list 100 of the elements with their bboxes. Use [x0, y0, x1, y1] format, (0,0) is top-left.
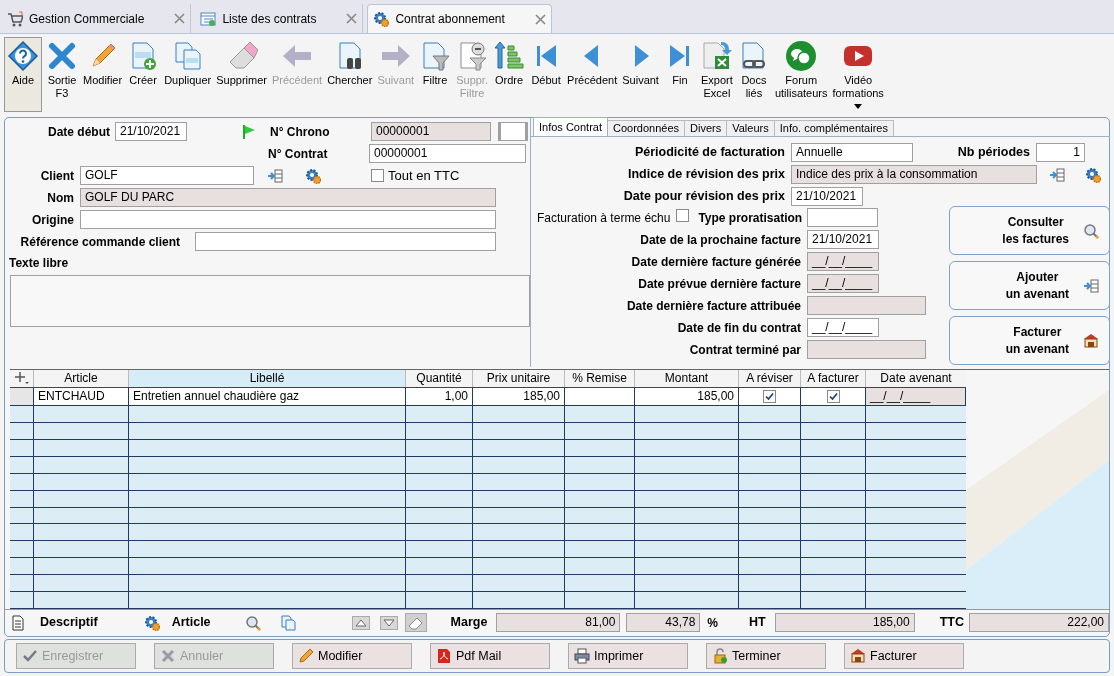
empty-row[interactable] — [10, 406, 966, 423]
list-insert-icon[interactable] — [267, 167, 283, 184]
checkbox[interactable] — [826, 390, 840, 403]
list-insert-icon — [1083, 277, 1099, 294]
field-label: Date dernière facture attribuée — [626, 298, 801, 313]
column-header[interactable]: Quantité — [405, 370, 472, 387]
bank-icon — [1083, 332, 1099, 349]
checkbox[interactable] — [676, 208, 690, 222]
toolbar-button[interactable]: Chercher — [326, 37, 374, 88]
empty-row[interactable] — [10, 575, 966, 593]
tab[interactable]: Divers — [685, 120, 728, 136]
move-down-button[interactable] — [379, 615, 398, 630]
close-icon[interactable] — [174, 13, 186, 24]
toolbar-button[interactable]: Ordre — [492, 37, 527, 88]
close-icon[interactable] — [534, 13, 546, 25]
text-field[interactable]: GOLF DU PARC — [80, 188, 496, 207]
action-button[interactable]: Ajouter un avenant — [949, 261, 1110, 310]
field-label: Origine — [32, 212, 74, 227]
text-field[interactable]: 222,00 — [969, 613, 1109, 632]
field-label: Marge — [450, 614, 488, 632]
date-field[interactable]: __/__/____ — [807, 318, 879, 337]
tab[interactable]: Info. complémentaires — [774, 120, 894, 136]
toolbar-button[interactable]: Export Excel — [699, 37, 734, 101]
tab[interactable]: Infos Contrat — [533, 117, 608, 136]
small-field[interactable] — [498, 122, 528, 141]
text-field[interactable]: 43,78 — [626, 613, 701, 632]
close-icon[interactable] — [346, 13, 358, 24]
column-header[interactable]: Montant — [634, 370, 738, 387]
action-button[interactable]: Imprimer — [568, 643, 688, 669]
move-up-button[interactable] — [351, 615, 370, 630]
action-button[interactable]: Consulter les factures — [949, 206, 1110, 255]
eraser-button[interactable] — [404, 613, 427, 632]
action-button[interactable]: Pdf Mail — [430, 643, 550, 669]
text-area[interactable] — [10, 275, 530, 327]
empty-row[interactable] — [10, 541, 966, 559]
toolbar-button[interactable]: Sortie F3 — [45, 37, 79, 101]
action-button[interactable]: Facturer un avenant — [949, 316, 1110, 365]
column-header[interactable]: A facturer — [800, 370, 865, 387]
checkbox[interactable] — [371, 169, 384, 182]
list-insert-icon[interactable] — [1049, 166, 1065, 183]
empty-row[interactable] — [10, 558, 966, 576]
field-label: Date prévue dernière facture — [638, 276, 801, 291]
toolbar-button[interactable]: Vidéo formations — [831, 37, 885, 110]
column-header[interactable]: A réviser — [738, 370, 800, 387]
toolbar-button[interactable]: Docs liés — [736, 37, 771, 101]
gear-icon[interactable] — [305, 167, 321, 184]
empty-row[interactable] — [10, 524, 966, 542]
caret-icon[interactable] — [854, 104, 863, 109]
text-field[interactable]: Annuelle — [791, 143, 913, 162]
toolbar-button[interactable]: Début — [529, 37, 564, 88]
date-field[interactable]: __/__/____ — [807, 252, 879, 271]
text-field[interactable]: 00000001 — [369, 144, 526, 163]
table-cell: __/__/____ — [865, 388, 966, 405]
gear-icon[interactable] — [143, 614, 160, 631]
action-button[interactable]: Modifier — [292, 643, 412, 669]
date-field[interactable]: 21/10/2021 — [807, 230, 879, 249]
toolbar-button[interactable]: Forum utilisateurs — [773, 37, 829, 101]
toolbar-button[interactable]: Aide — [4, 37, 42, 112]
action-button[interactable]: Terminer — [706, 643, 826, 669]
chat-icon — [785, 40, 818, 72]
column-header[interactable]: Prix unitaire — [472, 370, 564, 387]
column-header[interactable]: Libellé — [128, 370, 405, 387]
text-field[interactable]: 81,00 — [496, 613, 621, 632]
search-icon[interactable] — [244, 614, 261, 631]
toolbar-button[interactable]: Supprimer — [215, 37, 268, 88]
toolbar-button[interactable]: Créer — [126, 37, 161, 88]
tab[interactable]: Coordonnées — [608, 120, 686, 136]
text-field[interactable]: 185,00 — [774, 613, 915, 632]
text-field[interactable] — [80, 210, 496, 229]
text-field[interactable]: Indice des prix à la consommation — [791, 165, 1037, 184]
checkbox[interactable] — [763, 390, 776, 403]
toolbar-button[interactable]: Dupliquer — [163, 37, 213, 88]
text-field[interactable] — [807, 208, 879, 227]
tab[interactable]: Valeurs — [727, 120, 775, 136]
toolbar-button[interactable]: Modifier — [82, 37, 124, 88]
toolbar-button[interactable]: Filtre — [418, 37, 453, 88]
column-header[interactable]: Date avenant — [865, 370, 966, 387]
gear-icon[interactable] — [1085, 166, 1101, 183]
table-cell: 185,00 — [472, 388, 564, 405]
copy-icon[interactable] — [279, 614, 296, 631]
text-field[interactable]: GOLF — [80, 166, 254, 185]
text-field[interactable]: 00000001 — [371, 122, 491, 141]
field-label: HT — [749, 614, 766, 632]
toolbar-button[interactable]: Précédent — [566, 37, 619, 88]
tab[interactable]: Contrat abonnement — [367, 4, 552, 33]
text-field[interactable] — [807, 340, 926, 359]
column-header[interactable]: % Remise — [564, 370, 634, 387]
field-label: N° Contrat — [268, 145, 329, 163]
date-field[interactable]: __/__/____ — [807, 274, 879, 293]
text-field[interactable] — [195, 232, 496, 251]
action-button[interactable]: Facturer — [844, 643, 964, 669]
text-field[interactable]: 1 — [1036, 143, 1085, 162]
text-field[interactable]: 21/10/2021 — [791, 187, 863, 206]
toolbar-button[interactable]: Suivant — [621, 37, 660, 88]
flag-icon — [241, 123, 257, 140]
text-field[interactable]: 21/10/2021 — [115, 122, 187, 141]
document-icon — [10, 614, 26, 631]
toolbar-button[interactable]: Fin — [662, 37, 697, 88]
empty-row[interactable] — [10, 592, 966, 610]
text-field[interactable] — [807, 296, 926, 315]
